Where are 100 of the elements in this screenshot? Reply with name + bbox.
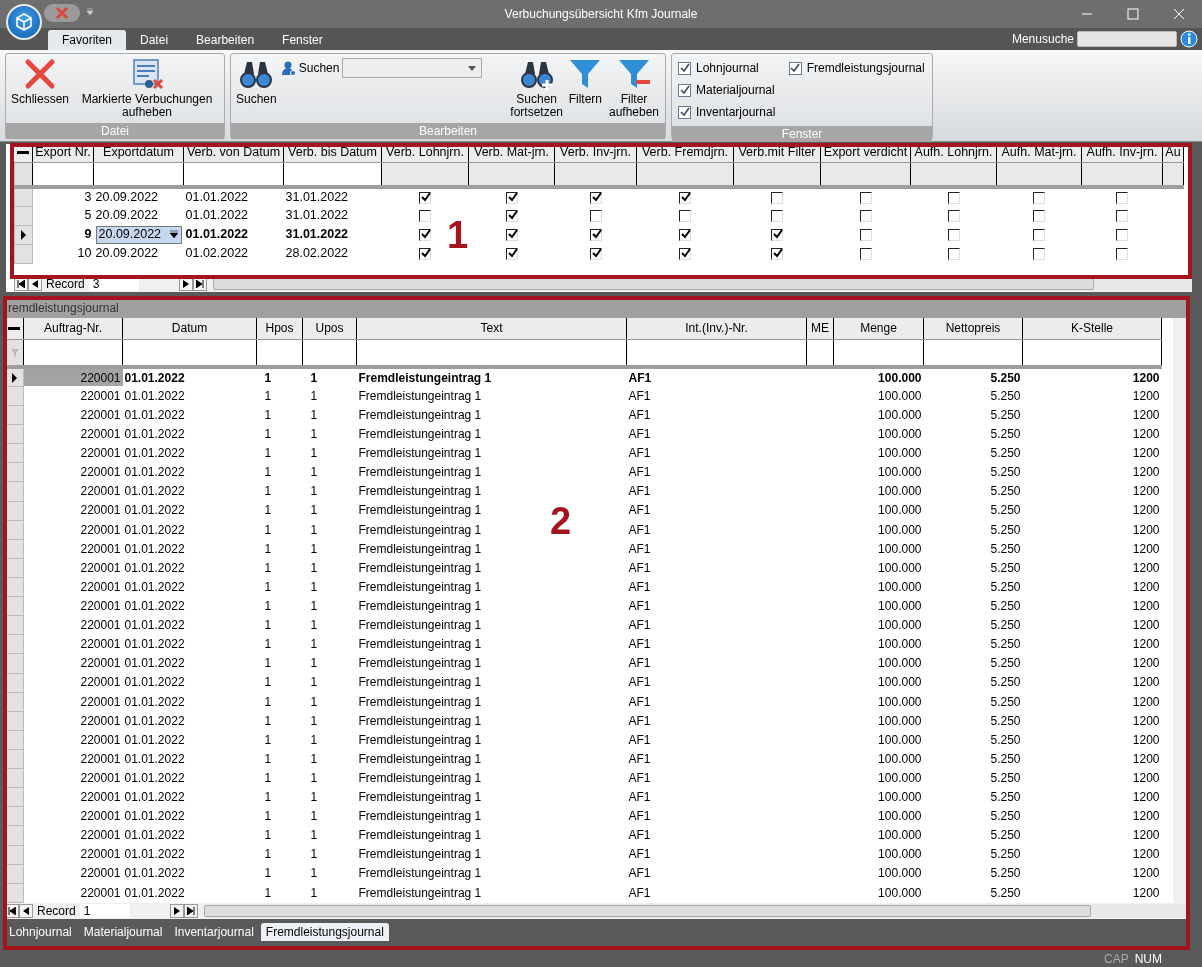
ribbon-tab[interactable]: Bearbeiten (182, 29, 269, 50)
grid-checkbox[interactable] (859, 209, 872, 222)
grid-checkbox[interactable] (947, 228, 960, 241)
journal-tab[interactable]: Inventarjournal (169, 922, 259, 941)
grid-checkbox[interactable] (505, 228, 518, 241)
table-cell: 5.250 (990, 541, 1021, 556)
table-cell: 1 (264, 675, 272, 690)
grid-checkbox[interactable] (1033, 191, 1045, 204)
ribbon-button[interactable]: Filtern (566, 56, 604, 108)
table-cell: 1 (264, 370, 272, 385)
dropdown-icon[interactable] (168, 230, 179, 239)
ribbon-tab[interactable]: Datei (126, 29, 183, 50)
table-cell: 20.09.2022 (95, 208, 159, 222)
table-cell: AF1 (628, 541, 651, 556)
grid-checkbox[interactable] (771, 209, 783, 222)
maximize-icon (1127, 8, 1139, 20)
grid-checkbox[interactable] (947, 247, 960, 260)
column-header[interactable]: Auftrag-Nr. (23, 318, 123, 340)
info-icon[interactable] (1180, 30, 1198, 48)
select-all-icon[interactable] (8, 326, 21, 331)
grid-checkbox[interactable] (1116, 191, 1128, 204)
record-number-field[interactable]: 1 (79, 904, 130, 918)
column-header[interactable]: Upos (302, 318, 357, 340)
checkbox[interactable] (678, 61, 691, 75)
table-cell: 1200 (1132, 675, 1160, 690)
grid-checkbox[interactable] (1116, 247, 1128, 260)
grid-checkbox[interactable] (947, 191, 960, 204)
table-cell: 220001 (80, 484, 121, 499)
grid-checkbox[interactable] (419, 209, 431, 222)
grid-checkbox[interactable] (859, 247, 872, 260)
column-header[interactable]: Datum (122, 318, 257, 340)
select-all-icon[interactable] (17, 150, 30, 155)
grid-checkbox[interactable] (679, 209, 691, 222)
table-cell: Fremdleistungeintrag 1 (358, 828, 482, 843)
journal-tab[interactable]: Lohnjournal (4, 922, 77, 941)
grid-checkbox[interactable] (505, 247, 518, 260)
grid-checkbox[interactable] (419, 191, 431, 204)
journal-tab[interactable]: Fremdleistungsjournal (260, 922, 389, 941)
grid-checkbox[interactable] (859, 191, 872, 204)
grid-checkbox[interactable] (947, 209, 960, 222)
last-record-icon (195, 280, 204, 288)
table-cell: 220001 (80, 560, 121, 575)
grid-checkbox[interactable] (1033, 247, 1045, 260)
grid-checkbox[interactable] (589, 191, 602, 204)
search-label: Suchen (298, 60, 340, 76)
ribbon-button[interactable]: Suchen fortsetzen (508, 56, 565, 121)
grid-checkbox[interactable] (1033, 209, 1045, 222)
date-edit-field[interactable]: 20.09.2022 (95, 225, 182, 244)
grid-checkbox[interactable] (859, 228, 872, 241)
journal-tab[interactable]: Materialjournal (78, 922, 168, 941)
grid-checkbox[interactable] (589, 247, 602, 260)
previous-record-button[interactable] (19, 904, 33, 918)
checkbox[interactable] (678, 105, 691, 119)
grid-checkbox[interactable] (1033, 228, 1045, 241)
grid-checkbox[interactable] (771, 247, 783, 260)
ribbon-button[interactable]: Markierte Verbuchungen aufheben (73, 56, 221, 121)
checkbox[interactable] (788, 61, 802, 75)
ribbon-tab[interactable]: Fenster (268, 29, 337, 50)
table-cell: 220001 (80, 809, 121, 824)
grid-checkbox[interactable] (771, 191, 783, 204)
search-combo-field[interactable] (342, 58, 483, 78)
table-cell: 3 (84, 190, 92, 204)
grid-checkbox[interactable] (505, 209, 518, 222)
table-cell: AF1 (628, 637, 651, 652)
column-header[interactable]: Menge (833, 318, 924, 340)
table-cell: AF1 (628, 598, 651, 613)
table-cell: 220001 (80, 885, 121, 900)
grid-checkbox[interactable] (1116, 228, 1128, 241)
column-header[interactable]: ME (806, 318, 834, 340)
column-header[interactable]: Nettopreis (923, 318, 1023, 340)
grid-checkbox[interactable] (771, 228, 783, 241)
table-cell: 1200 (1132, 751, 1160, 766)
ribbon-button[interactable]: Schliessen (9, 56, 72, 108)
grid-checkbox[interactable] (679, 191, 691, 204)
grid-checkbox[interactable] (589, 228, 602, 241)
check-icon (679, 85, 690, 95)
ribbon-button[interactable]: Filter aufheben (606, 56, 662, 121)
grid-checkbox[interactable] (1116, 209, 1128, 222)
grid-checkbox[interactable] (679, 247, 691, 260)
grid-checkbox[interactable] (419, 228, 431, 241)
column-header[interactable]: Text (356, 318, 627, 340)
menu-search-field[interactable] (1077, 31, 1177, 47)
column-header[interactable]: Hpos (256, 318, 303, 340)
table-cell: 100.000 (878, 828, 922, 843)
next-record-button[interactable] (169, 904, 184, 918)
record-label: Record (45, 276, 86, 292)
grid-checkbox[interactable] (505, 191, 518, 204)
column-header[interactable]: Int.(Inv.)-Nr. (626, 318, 807, 340)
ribbon-tab[interactable]: Favoriten (48, 29, 127, 50)
grid-checkbox[interactable] (419, 247, 431, 260)
table-cell: 1 (264, 446, 272, 461)
grid-checkbox[interactable] (589, 209, 602, 222)
column-header[interactable]: K-Stelle (1022, 318, 1162, 340)
table-cell: 5.250 (990, 560, 1021, 575)
checkbox[interactable] (678, 83, 691, 97)
table-cell: 1 (310, 656, 318, 671)
grid-checkbox[interactable] (679, 228, 691, 241)
table-cell: AF1 (628, 560, 651, 575)
table-cell: 1 (264, 637, 272, 652)
ribbon-button[interactable]: Suchen (234, 56, 279, 108)
